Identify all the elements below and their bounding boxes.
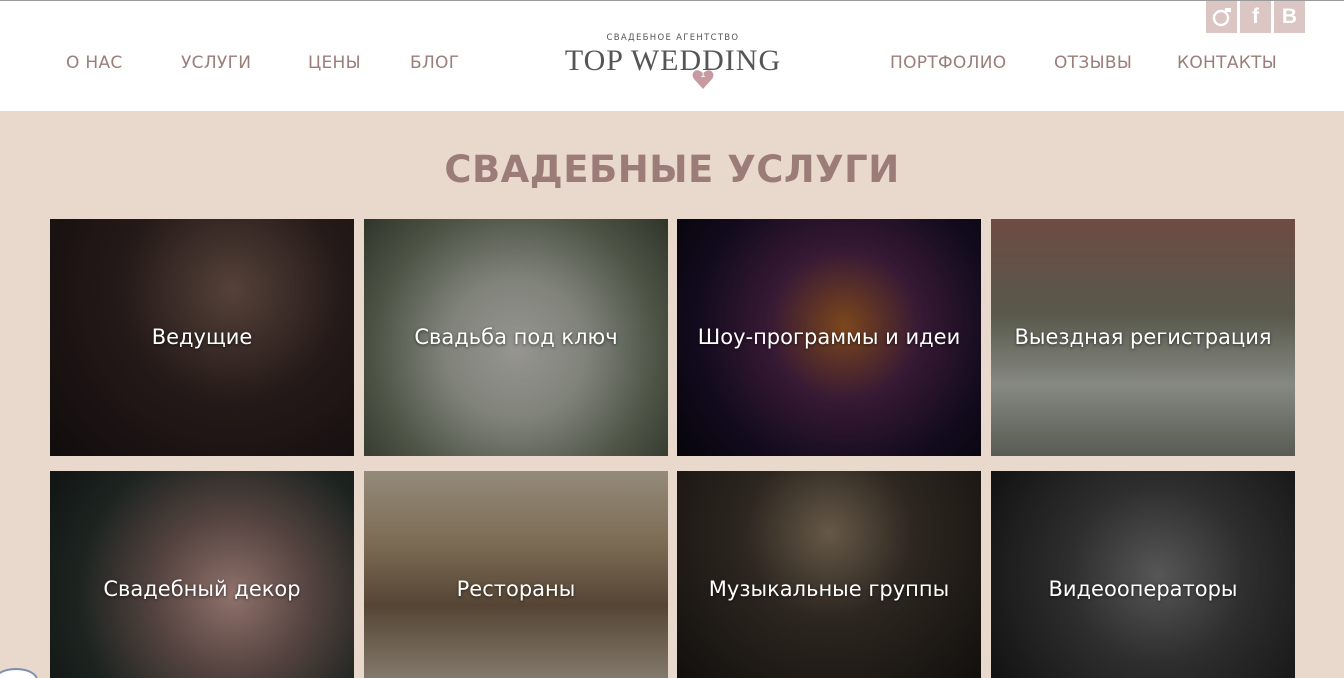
service-label: Музыкальные группы — [708, 577, 950, 601]
chat-widget-icon[interactable] — [0, 668, 38, 678]
instagram-icon[interactable] — [1206, 1, 1237, 33]
nav-services[interactable]: УСЛУГИ — [181, 53, 251, 73]
service-label: Свадьба под ключ — [414, 325, 618, 349]
service-label: Ведущие — [151, 325, 253, 349]
heart-icon: 1 — [691, 67, 715, 91]
facebook-glyph: f — [1252, 5, 1259, 28]
logo-subtitle: СВАДЕБНОЕ АГЕНТСТВО — [606, 33, 740, 43]
nav-about[interactable]: О НАС — [66, 53, 123, 73]
service-tile-videographers[interactable]: Видеооператоры — [991, 471, 1295, 678]
service-tile-decor[interactable]: Свадебный декор — [50, 471, 354, 678]
facebook-icon[interactable]: f — [1240, 1, 1271, 33]
service-tile-shows[interactable]: Шоу-программы и идеи — [677, 219, 981, 456]
nav-reviews[interactable]: ОТЗЫВЫ — [1054, 53, 1132, 73]
logo-title: TOP WEDDING — [564, 44, 782, 77]
service-label: Свадебный декор — [103, 577, 301, 601]
section-title: СВАДЕБНЫЕ УСЛУГИ — [444, 148, 900, 191]
logo-badge: 1 — [700, 70, 706, 80]
service-label: Шоу-программы и идеи — [697, 325, 961, 349]
nav-prices[interactable]: ЦЕНЫ — [308, 53, 361, 73]
service-tile-turnkey[interactable]: Свадьба под ключ — [364, 219, 668, 456]
service-label: Видеооператоры — [1048, 577, 1238, 601]
vk-icon[interactable]: B — [1274, 1, 1305, 33]
nav-contacts[interactable]: КОНТАКТЫ — [1177, 53, 1277, 73]
service-label: Рестораны — [456, 577, 576, 601]
vk-glyph: B — [1281, 5, 1298, 28]
service-tile-restaurants[interactable]: Рестораны — [364, 471, 668, 678]
nav-blog[interactable]: БЛОГ — [410, 53, 459, 73]
nav-portfolio[interactable]: ПОРТФОЛИО — [890, 53, 1006, 73]
site-header: О НАС УСЛУГИ ЦЕНЫ БЛОГ СВАДЕБНОЕ АГЕНТСТ… — [0, 1, 1344, 111]
service-label: Выездная регистрация — [1014, 325, 1272, 349]
service-tile-ceremony[interactable]: Выездная регистрация — [991, 219, 1295, 456]
service-tile-hosts[interactable]: Ведущие — [50, 219, 354, 456]
service-tile-bands[interactable]: Музыкальные группы — [677, 471, 981, 678]
logo[interactable]: СВАДЕБНОЕ АГЕНТСТВО TOP WEDDING 1 — [560, 33, 786, 103]
